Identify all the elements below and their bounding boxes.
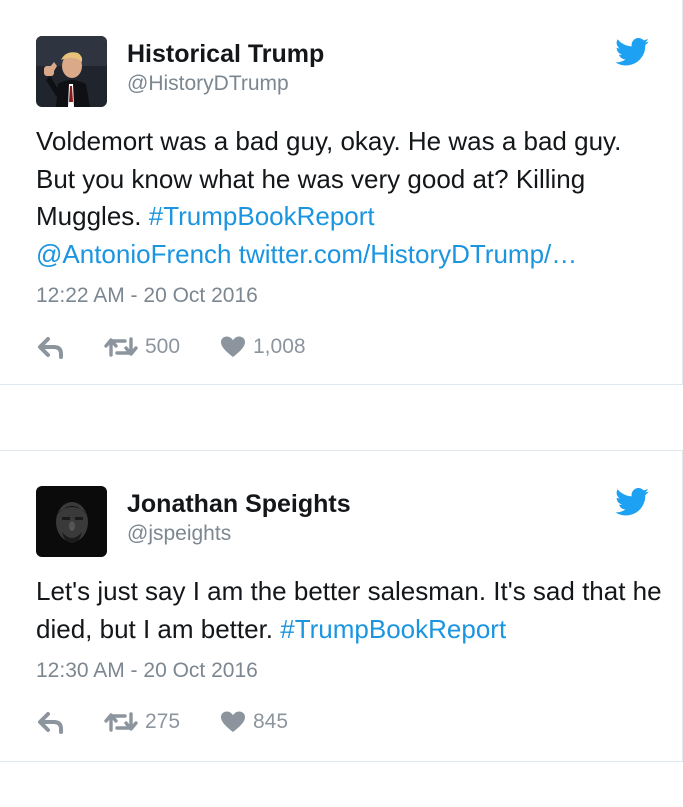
reply-button[interactable] <box>36 707 66 737</box>
like-button[interactable]: 845 <box>220 707 288 737</box>
retweet-icon <box>104 337 138 357</box>
tweet-card: Jonathan Speights @jspeights Let's just … <box>0 450 683 762</box>
url-link[interactable]: twitter.com/HistoryDTrump/… <box>239 239 578 269</box>
retweet-button[interactable]: 275 <box>104 707 180 737</box>
heart-icon <box>221 336 245 357</box>
display-name[interactable]: Historical Trump <box>127 40 324 69</box>
tweet-card: Historical Trump @HistoryDTrump Voldemor… <box>0 0 683 385</box>
heart-icon <box>221 711 245 732</box>
username[interactable]: @jspeights <box>127 522 231 546</box>
retweet-count: 500 <box>145 335 181 358</box>
retweet-count: 275 <box>145 710 181 733</box>
retweet-icon <box>104 712 138 732</box>
reply-icon <box>38 337 63 359</box>
display-name[interactable]: Jonathan Speights <box>127 490 351 519</box>
timestamp[interactable]: 12:22 AM - 20 Oct 2016 <box>36 284 258 308</box>
avatar[interactable] <box>36 36 107 107</box>
mention-link[interactable]: @AntonioFrench <box>36 239 232 269</box>
tweet-text: Voldemort was a bad guy, okay. He was a … <box>36 123 666 273</box>
hashtag-link[interactable]: #TrumpBookReport <box>280 614 506 644</box>
man-at-podium-avatar <box>36 36 107 107</box>
dark-portrait-avatar <box>36 486 107 557</box>
twitter-bird-icon[interactable] <box>615 488 649 516</box>
timestamp[interactable]: 12:30 AM - 20 Oct 2016 <box>36 659 258 683</box>
twitter-bird-icon[interactable] <box>615 38 649 66</box>
hashtag-link[interactable]: #TrumpBookReport <box>149 201 375 231</box>
action-bar: 500 1,008 <box>36 332 366 362</box>
tweet-text: Let's just say I am the better salesman.… <box>36 573 666 648</box>
like-button[interactable]: 1,008 <box>220 332 306 362</box>
like-count: 845 <box>253 710 289 733</box>
like-count: 1,008 <box>253 335 306 358</box>
retweet-button[interactable]: 500 <box>104 332 180 362</box>
reply-button[interactable] <box>36 332 66 362</box>
username[interactable]: @HistoryDTrump <box>127 72 289 96</box>
avatar[interactable] <box>36 486 107 557</box>
reply-icon <box>38 712 63 734</box>
action-bar: 275 845 <box>36 707 366 737</box>
